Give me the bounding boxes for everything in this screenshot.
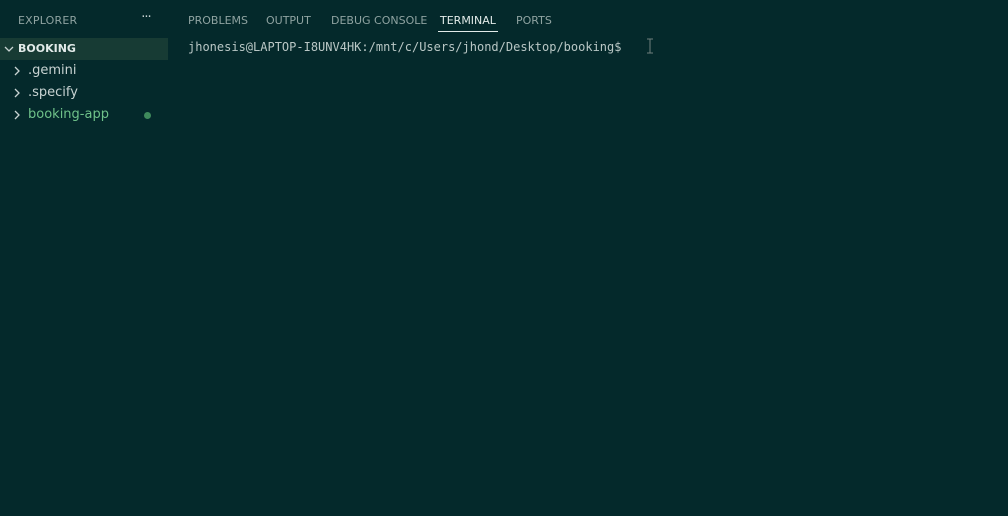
chevron-right-icon [14, 66, 20, 76]
explorer-title: EXPLORER [18, 14, 78, 27]
tree-item-booking-app[interactable]: booking-app [0, 104, 168, 126]
workspace-folder-booking[interactable]: BOOKING [0, 38, 168, 60]
bottom-panel: PROBLEMS OUTPUT DEBUG CONSOLE TERMINAL P… [168, 0, 1008, 516]
tab-ports[interactable]: PORTS [516, 14, 552, 27]
explorer-sidebar: EXPLORER ··· BOOKING .gemini .specify bo… [0, 0, 168, 516]
chevron-right-icon [14, 88, 20, 98]
modified-indicator-dot [144, 112, 151, 119]
terminal-prompt: jhonesis@LAPTOP-I8UNV4HK:/mnt/c/Users/jh… [188, 40, 622, 54]
terminal-area[interactable]: jhonesis@LAPTOP-I8UNV4HK:/mnt/c/Users/jh… [168, 34, 1008, 516]
panel-tab-bar: PROBLEMS OUTPUT DEBUG CONSOLE TERMINAL P… [168, 0, 1008, 34]
tab-problems[interactable]: PROBLEMS [188, 14, 248, 27]
tree-item-label: .gemini [28, 63, 77, 78]
chevron-right-icon [14, 110, 20, 120]
more-actions-icon[interactable]: ··· [138, 9, 154, 27]
text-cursor-icon [647, 38, 653, 54]
workspace-name: BOOKING [18, 42, 76, 55]
tab-output[interactable]: OUTPUT [266, 14, 311, 27]
tree-item-specify[interactable]: .specify [0, 82, 168, 104]
chevron-down-icon [4, 46, 14, 52]
tree-item-label: .specify [28, 85, 78, 100]
tree-item-gemini[interactable]: .gemini [0, 60, 168, 82]
tab-debug-console[interactable]: DEBUG CONSOLE [331, 14, 427, 27]
tree-item-label: booking-app [28, 107, 109, 122]
explorer-header: EXPLORER ··· [0, 0, 168, 40]
vscode-window: EXPLORER ··· BOOKING .gemini .specify bo… [0, 0, 1008, 516]
tab-terminal[interactable]: TERMINAL [438, 14, 498, 32]
